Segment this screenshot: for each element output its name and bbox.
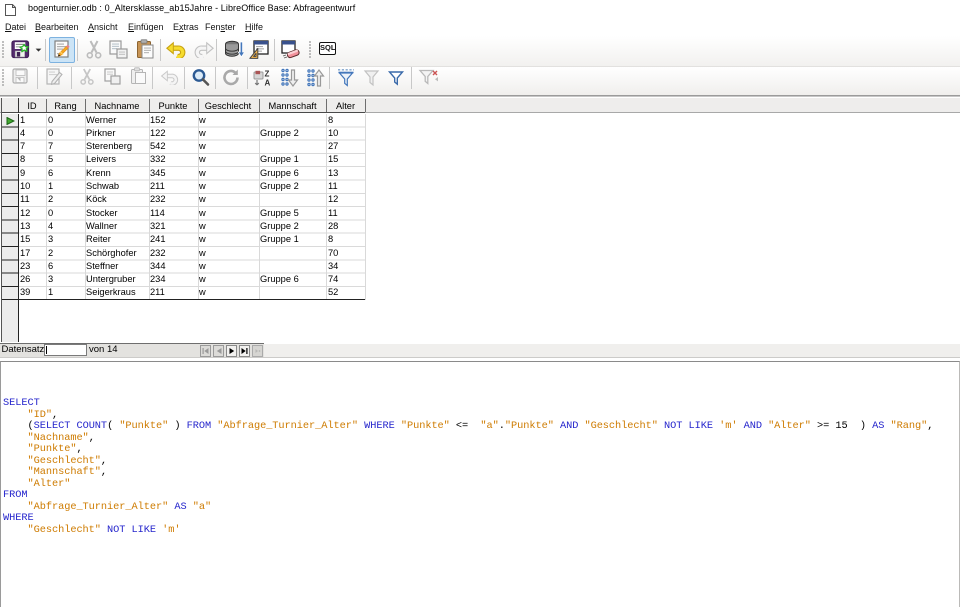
svg-text:A: A (265, 79, 271, 88)
svg-text:Z: Z (265, 70, 270, 79)
